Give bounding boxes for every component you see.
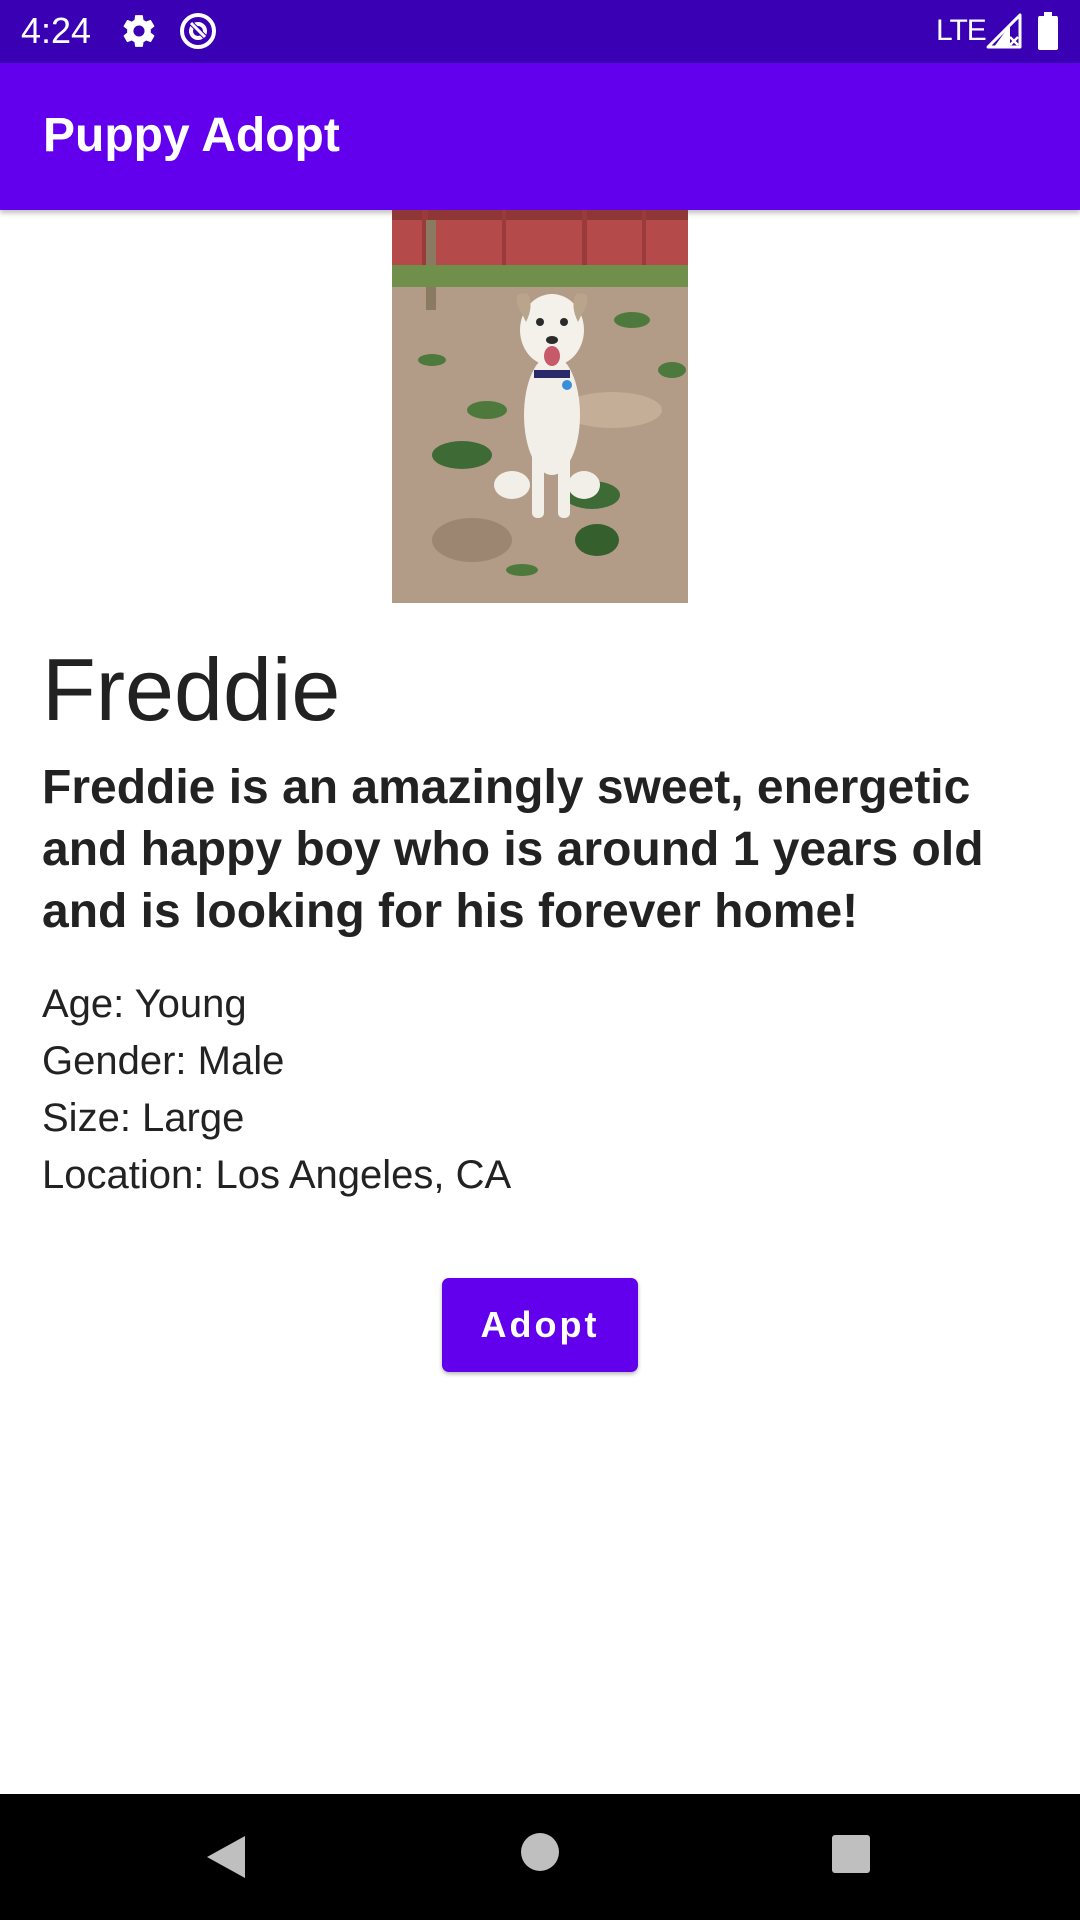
app-title: Puppy Adopt — [43, 109, 340, 162]
detail-gender: Gender: Male — [42, 1039, 285, 1083]
battery-icon — [1038, 12, 1058, 50]
pet-name: Freddie — [42, 640, 341, 739]
pet-description: Freddie is an amazingly sweet, energetic… — [42, 761, 984, 938]
detail-location: Location: Los Angeles, CA — [42, 1153, 512, 1197]
recents-icon[interactable] — [831, 1834, 871, 1874]
screen: 4:24 LTE Puppy Adopt Freddie Freddie is … — [0, 0, 1080, 1920]
nav-bar — [0, 1794, 1080, 1920]
gear-icon — [123, 15, 155, 47]
network-label: LTE — [936, 14, 987, 47]
dog-photo — [392, 210, 688, 603]
back-icon[interactable] — [203, 1832, 249, 1882]
status-time: 4:24 — [21, 10, 92, 51]
status-bar: 4:24 LTE — [0, 0, 1080, 63]
home-icon[interactable] — [520, 1832, 560, 1872]
app-bar: Puppy Adopt — [0, 63, 1080, 210]
detail-age: Age: Young — [42, 982, 247, 1026]
adopt-button[interactable]: Adopt — [442, 1278, 638, 1372]
detail-size: Size: Large — [42, 1096, 245, 1140]
pet-details: Age: Young Gender: Male Size: Large Loca… — [42, 976, 511, 1204]
signal-icon — [986, 13, 1022, 49]
sync-icon — [180, 13, 216, 49]
